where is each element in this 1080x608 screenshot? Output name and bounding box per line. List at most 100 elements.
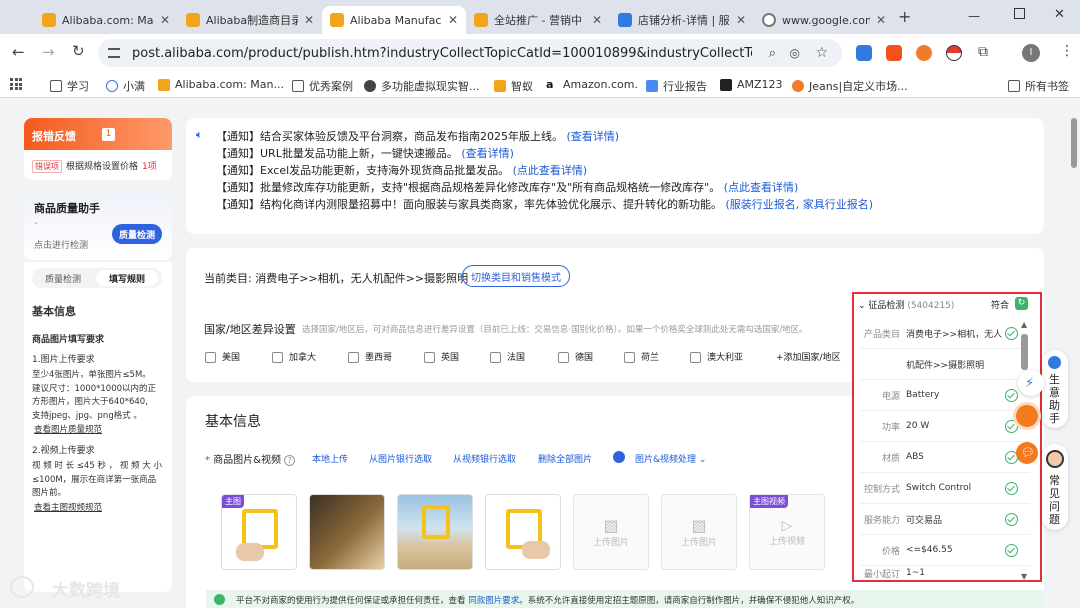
image-placeholder-icon: ▧ <box>603 516 619 535</box>
help-icon[interactable]: ? <box>284 455 296 466</box>
close-icon[interactable]: ✕ <box>870 13 886 27</box>
video-spec-link[interactable]: 查看主图视频规范 <box>34 501 102 513</box>
faq-label: 常见问题 <box>1049 474 1060 526</box>
minimize-icon[interactable]: — <box>968 9 980 23</box>
bookmark-item[interactable]: 学习 <box>50 78 89 94</box>
region-checkbox[interactable]: 墨西哥 <box>348 350 392 363</box>
star-icon[interactable]: ☆ <box>815 45 828 61</box>
apps-grid-icon[interactable] <box>10 78 22 90</box>
close-icon[interactable]: ✕ <box>298 13 314 27</box>
property-row: 最小起订 1~1 <box>863 568 925 580</box>
bookmark-item[interactable]: 智蚁 <box>494 78 533 94</box>
zoom-icon[interactable]: ⌕ <box>769 46 776 61</box>
video-bank-link[interactable]: 从视频银行选取 <box>453 452 516 465</box>
bookmark-item[interactable]: Alibaba.com: Man... <box>158 78 284 91</box>
profile-avatar[interactable]: I <box>1022 44 1040 62</box>
close-icon[interactable]: ✕ <box>730 13 746 27</box>
image-video-process-link[interactable]: 图片&视频处理 ⌄ <box>635 452 706 465</box>
all-bookmarks[interactable]: 所有书签 <box>1008 78 1069 94</box>
upload-image-slot[interactable]: ▧ 上传图片 <box>661 494 737 570</box>
new-tab-button[interactable]: + <box>898 7 911 26</box>
checkbox-icon <box>348 352 359 363</box>
tab-fill-rules[interactable]: 填写规则 <box>96 270 158 286</box>
tab-store-analysis[interactable]: 店铺分析-详情 | 服 ✕ <box>610 6 754 34</box>
panel-scrollbar[interactable] <box>1021 334 1028 370</box>
bookmark-item[interactable]: 多功能虚拟现实智... <box>364 78 480 94</box>
upload-video-slot[interactable]: 主图视频 ▷ 上传视频 <box>749 494 825 570</box>
notice-link[interactable]: (查看详情) <box>567 130 620 143</box>
switch-category-button[interactable]: 切换类目和销售模式 <box>462 265 570 287</box>
bookmark-item[interactable]: 行业报告 <box>646 78 707 94</box>
property-row: 服务能力 可交易品 <box>860 504 1030 535</box>
tab-alibaba-manufac[interactable]: Alibaba Manufac ✕ <box>322 6 466 34</box>
quality-check-button[interactable]: 质量检测 <box>112 224 162 244</box>
chat-icon: 💬︎ <box>1021 446 1035 459</box>
tab-alibaba-man[interactable]: Alibaba.com: Man ✕ <box>34 6 178 34</box>
scroll-up-icon[interactable]: ▲ <box>1021 320 1027 329</box>
orange-float-button[interactable] <box>1013 402 1041 430</box>
region-checkbox[interactable]: 英国 <box>424 350 459 363</box>
property-row: 控制方式 Switch Control <box>860 473 1030 504</box>
bookmark-item[interactable]: a Amazon.com. <box>546 78 638 91</box>
notice-link[interactable]: (服装行业报名, 家具行业报名) <box>726 198 874 211</box>
reload-icon[interactable]: ↻ <box>72 42 85 60</box>
region-checkbox[interactable]: 澳大利亚 <box>690 350 743 363</box>
maximize-icon[interactable] <box>1014 8 1025 19</box>
page-scrollbar[interactable] <box>1071 118 1077 168</box>
add-region-button[interactable]: +添加国家/地区 <box>776 350 841 363</box>
region-checkbox[interactable]: 荷兰 <box>624 350 659 363</box>
extension-pokeball-icon[interactable] <box>946 45 962 61</box>
footer-notice-text: 平台不对商家的使用行为提供任何保证或承担任何责任，查看 同款图片要求。系统不允许… <box>236 596 860 606</box>
site-info-icon[interactable] <box>108 48 120 58</box>
bookmark-item[interactable]: 小满 <box>106 78 145 94</box>
product-image[interactable] <box>309 494 385 570</box>
tab-quality-check[interactable]: 质量检测 <box>34 270 92 286</box>
product-image[interactable] <box>397 494 473 570</box>
url-field[interactable]: post.alibaba.com/product/publish.htm?ind… <box>98 39 842 67</box>
tab-alibaba-catalog[interactable]: Alibaba制造商目录 ✕ <box>178 6 322 34</box>
local-upload-link[interactable]: 本地上传 <box>312 452 348 465</box>
tab-google[interactable]: www.google.com ✕ <box>754 6 894 34</box>
upload-image-slot[interactable]: ▧ 上传图片 <box>573 494 649 570</box>
delete-all-images-link[interactable]: 删除全部图片 <box>538 452 592 465</box>
close-icon[interactable]: ✕ <box>586 13 602 27</box>
refresh-icon[interactable]: ↻ <box>1015 297 1028 310</box>
extensions-puzzle-icon[interactable]: ⧉ <box>978 44 988 60</box>
alibaba-icon <box>474 13 488 27</box>
notice-link[interactable]: (点此查看详情) <box>513 164 588 177</box>
extension-lightning-icon[interactable] <box>856 45 872 61</box>
checkbox-icon <box>624 352 635 363</box>
error-count-badge: 1 <box>102 128 115 141</box>
eye-off-icon[interactable]: ◎ <box>790 46 800 60</box>
close-window-icon[interactable]: ✕ <box>1054 7 1065 22</box>
product-image[interactable]: 主图 <box>221 494 297 570</box>
tab-promotion[interactable]: 全站推广 - 营销中 ✕ <box>466 6 610 34</box>
back-icon[interactable]: ← <box>12 43 25 61</box>
property-check-title: ⌄ 征品检测 (5404215) <box>858 301 955 311</box>
quality-assistant-panel: 商品质量助手 - 点击进行检测 质量检测 <box>24 190 172 260</box>
menu-kebab-icon[interactable]: ⋮ <box>1060 43 1074 59</box>
basic-info-title: 基本信息 <box>205 414 261 430</box>
bookmark-item[interactable]: AMZ123 <box>720 78 783 91</box>
region-title: 国家/地区差异设置 <box>204 323 296 336</box>
product-image[interactable] <box>485 494 561 570</box>
close-icon[interactable]: ✕ <box>154 13 170 27</box>
region-checkbox[interactable]: 德国 <box>558 350 593 363</box>
scroll-down-icon[interactable]: ▼ <box>1021 572 1027 581</box>
error-item-text[interactable]: 根据规格设置价格 <box>66 159 138 172</box>
region-checkbox[interactable]: 美国 <box>205 350 240 363</box>
region-checkbox[interactable]: 加拿大 <box>272 350 316 363</box>
bookmark-item[interactable]: Jeans|自定义市场... <box>792 78 908 94</box>
forward-icon[interactable]: → <box>42 43 55 61</box>
extension-s-icon[interactable] <box>916 45 932 61</box>
region-checkbox[interactable]: 法国 <box>490 350 525 363</box>
notice-link[interactable]: (点此查看详情) <box>724 181 799 194</box>
close-icon[interactable]: ✕ <box>442 13 458 27</box>
image-bank-link[interactable]: 从图片银行选取 <box>369 452 432 465</box>
image-quality-link[interactable]: 查看图片质量规范 <box>34 423 102 435</box>
extension-orange-icon[interactable] <box>886 45 902 61</box>
image-requirements-link[interactable]: 同款图片要求 <box>468 596 519 606</box>
bookmark-item[interactable]: 优秀案例 <box>292 78 353 94</box>
notice-link[interactable]: (查看详情) <box>461 147 514 160</box>
folder-icon <box>50 80 62 92</box>
